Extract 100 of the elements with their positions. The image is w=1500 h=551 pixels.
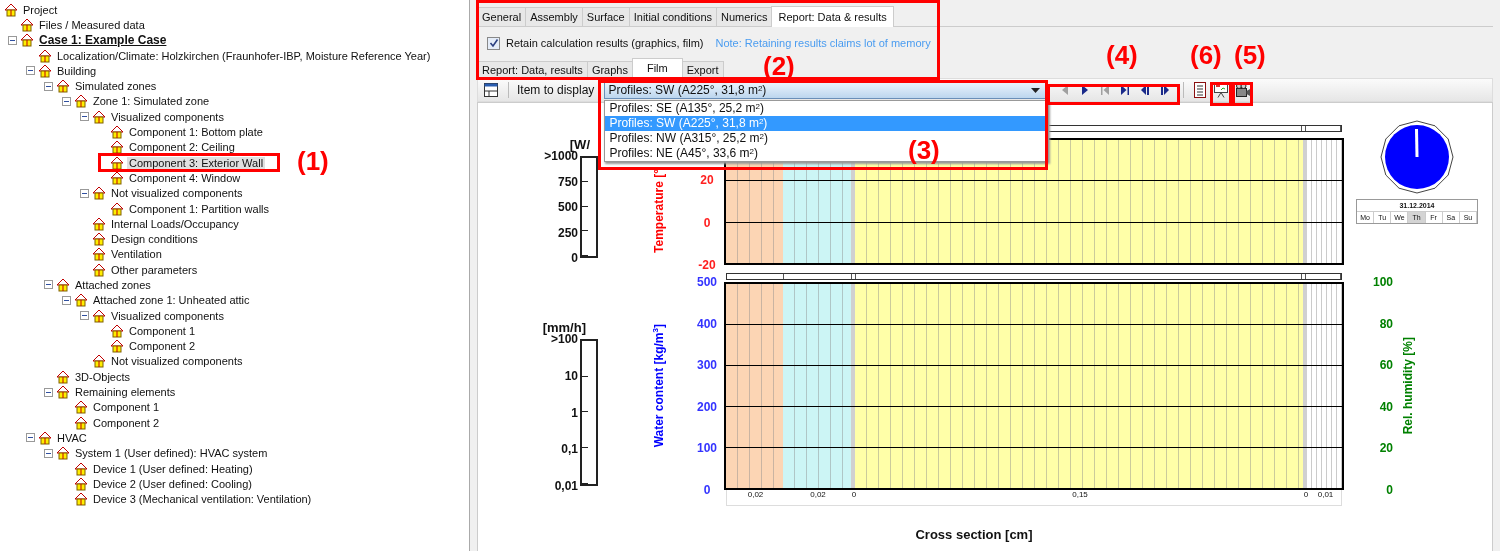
collapse-icon[interactable] xyxy=(80,188,89,198)
axis-title: Temperature [° xyxy=(652,169,666,253)
house-icon xyxy=(56,79,70,94)
house-icon xyxy=(74,415,88,430)
collapse-icon[interactable] xyxy=(26,66,35,76)
highlight-frame xyxy=(1210,82,1232,106)
collapse-icon[interactable] xyxy=(44,280,53,290)
collapse-icon[interactable] xyxy=(62,96,71,106)
tree-item[interactable]: 3D-Objects xyxy=(73,370,133,383)
thickness-label: 0 xyxy=(851,490,857,501)
layout-button[interactable] xyxy=(482,81,500,99)
tree-item[interactable]: Project xyxy=(21,3,60,16)
scale-unit: [mm/h] xyxy=(542,320,586,335)
dropdown-option[interactable]: Profiles: SE (A135°, 25,2 m$^{2}$) xyxy=(605,100,769,116)
house-icon xyxy=(56,369,70,384)
tree-item[interactable]: Device 3 (Mechanical ventilation: Ventilation) xyxy=(91,493,314,506)
tick-label: 100 xyxy=(697,441,717,456)
tick-label: 200 xyxy=(697,399,717,414)
tree-item[interactable]: Component 3: Exterior Wall xyxy=(127,156,266,169)
callout-label: (1) xyxy=(297,148,329,174)
collapse-icon[interactable] xyxy=(26,433,35,443)
house-icon xyxy=(20,17,34,32)
house-icon xyxy=(110,140,124,155)
scale-unit: [W/ xyxy=(569,137,590,152)
tree-item[interactable]: Case 1: Example Case xyxy=(37,33,169,48)
tick-label: >100 xyxy=(550,332,578,346)
collapse-icon[interactable] xyxy=(80,311,89,321)
list-button[interactable] xyxy=(1192,81,1209,99)
tree-item[interactable]: Not visualized components xyxy=(109,187,245,200)
tree-item[interactable]: Design conditions xyxy=(109,233,200,246)
tree-item[interactable]: Device 1 (User defined: Heating) xyxy=(91,462,255,475)
tree-item[interactable]: Component 1: Partition walls xyxy=(127,202,271,215)
tree-item[interactable]: HVAC xyxy=(55,431,89,444)
dropdown-option[interactable]: Profiles: NE (A45°, 33,6 m$^{2}$) xyxy=(605,145,762,161)
tree-item[interactable]: System 1 (User defined): HVAC system xyxy=(73,447,270,460)
tick-label: 0,01 xyxy=(554,479,578,493)
tree-item[interactable]: Internal Loads/Occupancy xyxy=(109,217,241,230)
tab[interactable]: Film xyxy=(631,58,683,78)
tree-item[interactable]: Localization/Climate: Holzkirchen (Fraunhofer-IBP, Moisture Reference Year) xyxy=(55,49,433,62)
tree-item[interactable]: Other parameters xyxy=(109,263,200,276)
thickness-label: 0,02 xyxy=(747,490,764,501)
collapse-icon[interactable] xyxy=(44,448,53,458)
tree-item[interactable]: Remaining elements xyxy=(73,386,178,399)
tree-item[interactable]: Simulated zones xyxy=(73,80,159,93)
house-icon xyxy=(56,385,70,400)
tick-label: 1 xyxy=(571,405,578,420)
house-icon xyxy=(38,430,52,445)
house-icon xyxy=(92,354,106,369)
callout-label: (5) xyxy=(1234,42,1266,68)
tree-item[interactable]: Ventilation xyxy=(109,248,164,261)
house-icon xyxy=(110,155,124,170)
dropdown-option[interactable]: Profiles: NW (A315°, 25,2 m$^{2}$) xyxy=(605,130,772,146)
callout-label: (6) xyxy=(1190,42,1222,68)
tree-item[interactable]: Component 1 xyxy=(91,401,162,414)
collapse-icon[interactable] xyxy=(44,81,53,91)
house-icon xyxy=(56,278,70,292)
tree-item[interactable]: Component 2 xyxy=(127,340,198,353)
tree-item[interactable]: Not visualized components xyxy=(109,355,245,368)
axis-title: Rel. humidity [%] xyxy=(1401,337,1415,435)
house-icon xyxy=(110,323,124,338)
collapse-icon[interactable] xyxy=(80,112,89,122)
house-icon xyxy=(92,216,106,231)
house-icon xyxy=(92,308,106,323)
house-icon xyxy=(38,63,52,78)
house-icon xyxy=(74,94,88,109)
tree-item[interactable]: Component 2: Ceiling xyxy=(127,141,237,154)
checkbox[interactable] xyxy=(487,36,500,50)
tick-label: 80 xyxy=(1379,316,1393,331)
item-label: Item to display xyxy=(517,83,595,97)
house-icon xyxy=(20,33,34,48)
tab[interactable]: Report: Data & results xyxy=(771,6,894,27)
tab[interactable]: Assembly xyxy=(525,7,583,26)
collapse-icon[interactable] xyxy=(62,295,71,305)
thickness-label: 0,02 xyxy=(810,490,826,501)
tree-item[interactable]: Visualized components xyxy=(109,309,226,322)
tree-item[interactable]: Building xyxy=(55,64,99,77)
tick-label: 0 xyxy=(703,482,711,497)
tick-label: 60 xyxy=(1379,358,1393,373)
tick-label: 0 xyxy=(703,215,711,230)
tree-item[interactable]: Component 1: Bottom plate xyxy=(127,126,265,138)
tick-label: 250 xyxy=(557,225,578,240)
tree-item[interactable]: Component 4: Window xyxy=(127,171,243,184)
tree-item[interactable]: Component 1 xyxy=(127,324,198,337)
tab[interactable]: General xyxy=(477,7,527,26)
checkbox-label[interactable]: Retain calculation results (graphics, film) xyxy=(506,37,704,49)
tab[interactable]: Surface xyxy=(581,7,630,26)
tab[interactable]: Numerics xyxy=(716,7,773,26)
house-icon xyxy=(74,400,88,415)
thickness-label: 0,01 xyxy=(1317,490,1334,501)
tree-item[interactable]: Zone 1: Simulated zone xyxy=(91,95,212,108)
tree-item[interactable]: Attached zones xyxy=(73,279,153,291)
tree-item[interactable]: Visualized components xyxy=(109,110,226,123)
collapse-icon[interactable] xyxy=(44,387,53,397)
collapse-icon[interactable] xyxy=(8,35,17,45)
tree-item[interactable]: Component 2 xyxy=(91,416,162,429)
tab[interactable]: Initial conditions xyxy=(628,7,718,26)
tree-item[interactable]: Files / Measured data xyxy=(37,18,147,31)
tick-label: 100 xyxy=(1372,275,1393,289)
tree-item[interactable]: Attached zone 1: Unheated attic xyxy=(91,294,252,307)
tree-item[interactable]: Device 2 (User defined: Cooling) xyxy=(91,477,254,490)
